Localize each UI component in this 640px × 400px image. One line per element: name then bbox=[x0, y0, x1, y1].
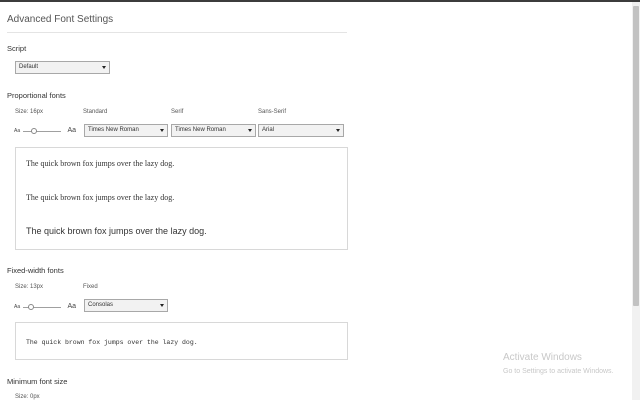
standard-sample-text: The quick brown fox jumps over the lazy … bbox=[26, 159, 175, 168]
proportional-fonts-heading: Proportional fonts bbox=[7, 91, 66, 100]
serif-font-label: Serif bbox=[171, 109, 184, 115]
standard-font-select[interactable]: Times New Roman bbox=[84, 124, 168, 137]
sans-serif-sample-text: The quick brown fox jumps over the lazy … bbox=[26, 226, 207, 236]
scrollbar-thumb[interactable] bbox=[633, 6, 639, 306]
sans-serif-font-value: Arial bbox=[262, 127, 275, 133]
minimum-size-label: Size: 0px bbox=[15, 394, 40, 400]
fixed-sample-text: The quick brown fox jumps over the lazy … bbox=[26, 339, 198, 346]
script-heading: Script bbox=[7, 44, 27, 53]
fixed-font-value: Consolas bbox=[88, 302, 114, 308]
slider-min-label: Aa bbox=[14, 128, 21, 134]
standard-font-value: Times New Roman bbox=[88, 127, 139, 133]
fixed-preview-box: The quick brown fox jumps over the lazy … bbox=[15, 322, 348, 360]
chevron-down-icon bbox=[160, 304, 164, 307]
activate-windows-subtitle: Go to Settings to activate Windows. bbox=[503, 368, 614, 375]
sans-serif-font-label: Sans-Serif bbox=[258, 109, 287, 115]
standard-font-label: Standard bbox=[83, 109, 108, 115]
fixed-font-label: Fixed bbox=[83, 284, 98, 290]
proportional-preview-box: The quick brown fox jumps over the lazy … bbox=[15, 147, 348, 250]
slider-min-label: Aa bbox=[14, 304, 21, 310]
page-title: Advanced Font Settings bbox=[7, 14, 114, 25]
fixed-width-fonts-heading: Fixed-width fonts bbox=[7, 266, 64, 275]
minimum-font-size-heading: Minimum font size bbox=[7, 377, 68, 386]
fixed-font-select[interactable]: Consolas bbox=[84, 299, 168, 312]
fixed-size-slider[interactable]: Aa Aa bbox=[14, 302, 76, 312]
slider-max-label: Aa bbox=[67, 303, 76, 310]
serif-font-value: Times New Roman bbox=[175, 127, 226, 133]
script-select-value: Default bbox=[19, 64, 39, 70]
window-top-border bbox=[0, 0, 640, 2]
serif-sample-text: The quick brown fox jumps over the lazy … bbox=[26, 193, 175, 202]
title-divider bbox=[7, 32, 347, 33]
slider-max-label: Aa bbox=[67, 127, 76, 134]
slider-thumb[interactable] bbox=[28, 303, 34, 310]
fixed-size-label: Size: 13px bbox=[15, 284, 44, 290]
activate-windows-title: Activate Windows bbox=[503, 352, 582, 363]
chevron-down-icon bbox=[336, 129, 340, 132]
sans-serif-font-select[interactable]: Arial bbox=[258, 124, 344, 137]
slider-thumb[interactable] bbox=[31, 127, 37, 134]
chevron-down-icon bbox=[160, 129, 164, 132]
proportional-size-label: Size: 16px bbox=[15, 109, 44, 115]
chevron-down-icon bbox=[102, 66, 106, 69]
chevron-down-icon bbox=[248, 129, 252, 132]
script-select[interactable]: Default bbox=[15, 61, 110, 74]
serif-font-select[interactable]: Times New Roman bbox=[171, 124, 256, 137]
slider-track[interactable] bbox=[23, 131, 61, 132]
proportional-size-slider[interactable]: Aa Aa bbox=[14, 126, 76, 136]
